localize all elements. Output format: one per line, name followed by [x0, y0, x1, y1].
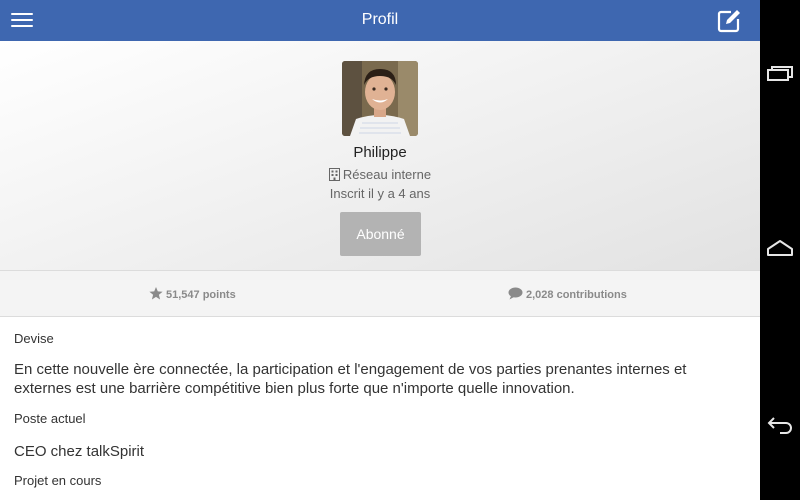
page-title: Profil	[361, 11, 399, 28]
points-stat[interactable]: 51,547 points	[149, 287, 236, 301]
network-info: Réseau interne	[0, 167, 760, 182]
stats-bar: 51,547 points 2,028 contributions	[0, 270, 760, 317]
profile-name: Philippe	[353, 144, 407, 161]
back-icon[interactable]	[766, 414, 794, 434]
profile-header: Philippe Réseau interne Inscrit il y a 4…	[0, 41, 760, 270]
follow-button[interactable]: Abonné	[340, 212, 421, 256]
contributions-stat[interactable]: 2,028 contributions	[508, 287, 627, 301]
star-icon	[149, 287, 163, 300]
member-since: Inscrit il y a 4 ans	[329, 186, 431, 201]
recent-apps-icon[interactable]	[766, 64, 794, 84]
top-app-bar: Profil	[0, 0, 760, 41]
contributions-label: 2,028 contributions	[526, 289, 627, 301]
system-nav-bar	[760, 0, 800, 500]
home-icon[interactable]	[766, 238, 794, 258]
devise-label: Devise	[14, 331, 54, 346]
points-label: 51,547 points	[166, 289, 236, 301]
network-label: Réseau interne	[342, 167, 432, 182]
poste-label: Poste actuel	[14, 411, 86, 426]
edit-icon[interactable]	[716, 8, 742, 34]
projet-label: Projet en cours	[14, 473, 102, 488]
building-icon	[328, 168, 340, 181]
avatar[interactable]	[342, 61, 418, 136]
poste-text: CEO chez talkSpirit	[14, 443, 145, 460]
devise-text: En cette nouvelle ère connectée, la part…	[14, 361, 687, 397]
profile-screen: Profil Philippe Réseau interne Inscrit i…	[0, 0, 760, 500]
comment-icon	[508, 287, 523, 300]
